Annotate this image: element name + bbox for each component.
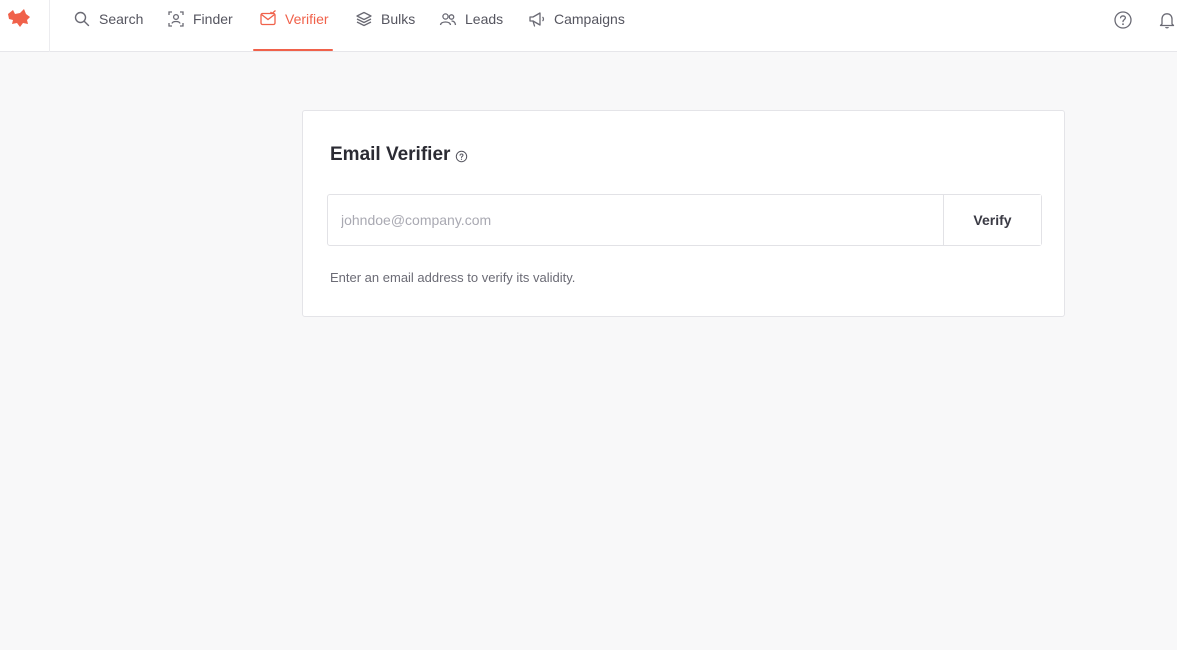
nav-item-finder[interactable]: Finder bbox=[167, 0, 233, 52]
card-title: Email Verifier bbox=[330, 144, 451, 165]
helper-text: Enter an email address to verify its val… bbox=[330, 270, 576, 285]
nav-item-bulks[interactable]: Bulks bbox=[355, 0, 415, 52]
nav-label-campaigns: Campaigns bbox=[554, 11, 625, 27]
fox-logo-icon[interactable] bbox=[6, 8, 32, 32]
nav-label-search: Search bbox=[99, 11, 144, 27]
nav-label-verifier: Verifier bbox=[285, 11, 329, 27]
finder-icon bbox=[168, 11, 184, 27]
verify-button[interactable]: Verify bbox=[943, 195, 1041, 245]
nav-label-bulks: Bulks bbox=[381, 11, 416, 27]
megaphone-icon bbox=[529, 12, 545, 27]
users-icon bbox=[439, 13, 457, 26]
email-input[interactable] bbox=[328, 195, 943, 245]
top-navigation-bar: Search Finder Verifier Bulks Leads Campa… bbox=[0, 0, 1177, 52]
nav-item-search[interactable]: Search bbox=[73, 0, 143, 52]
bell-icon[interactable] bbox=[1157, 10, 1177, 30]
search-icon bbox=[74, 11, 90, 27]
nav-item-leads[interactable]: Leads bbox=[439, 0, 503, 52]
nav-item-verifier[interactable]: Verifier bbox=[253, 0, 333, 52]
nav-label-finder: Finder bbox=[193, 11, 233, 27]
layers-icon bbox=[356, 11, 372, 27]
email-verifier-card: Email Verifier Verify Enter an email add… bbox=[302, 110, 1065, 317]
nav-item-campaigns[interactable]: Campaigns bbox=[528, 0, 625, 52]
nav-label-leads: Leads bbox=[465, 11, 504, 27]
help-icon[interactable] bbox=[1113, 10, 1133, 30]
verifier-icon bbox=[260, 10, 276, 26]
verify-form: Verify bbox=[327, 194, 1042, 246]
logo-container[interactable] bbox=[0, 0, 50, 52]
card-title-row: Email Verifier bbox=[330, 144, 468, 166]
help-circle-icon[interactable] bbox=[455, 150, 468, 163]
